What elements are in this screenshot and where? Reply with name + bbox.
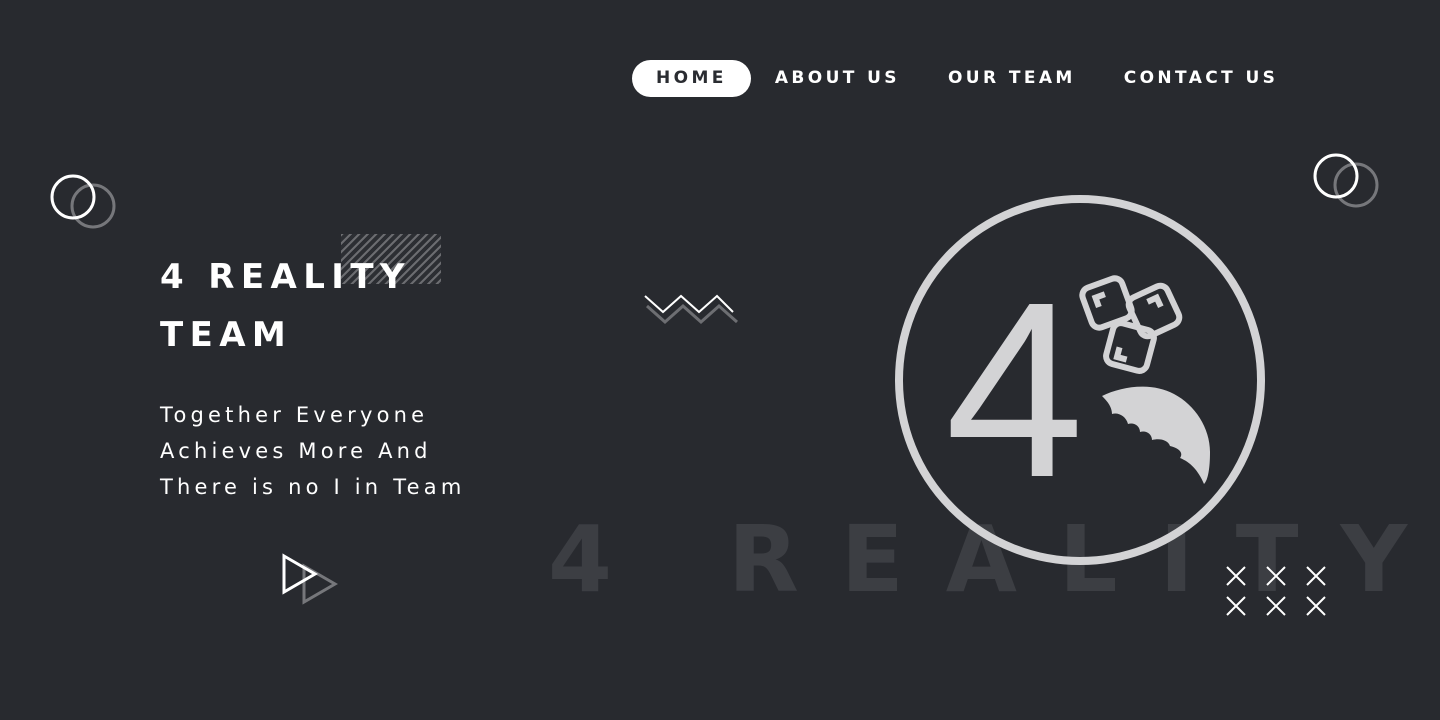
- play-triangle-icon: [282, 553, 338, 605]
- hero-title-line1: 4 REALITY: [160, 257, 411, 297]
- zigzag-icon: [644, 294, 738, 325]
- cross-grid-icon: [1226, 566, 1326, 616]
- dice-icon: [1079, 275, 1183, 374]
- nav-home[interactable]: HOME: [632, 60, 751, 97]
- nav-contact-us[interactable]: CONTACT US: [1100, 60, 1303, 97]
- hero-title: 4 REALITY TEAM: [160, 248, 500, 364]
- fox-tail-icon: [1102, 386, 1210, 484]
- logo-numeral: 4: [945, 250, 1084, 529]
- team-logo: 4: [895, 195, 1265, 565]
- hero-title-line2: TEAM: [160, 315, 293, 355]
- tagline-line2: Achieves More And: [160, 439, 432, 463]
- nav-our-team[interactable]: OUR TEAM: [924, 60, 1100, 97]
- tagline-line1: Together Everyone: [160, 403, 429, 427]
- nav-about-us[interactable]: ABOUT US: [751, 60, 924, 97]
- main-nav: HOME ABOUT US OUR TEAM CONTACT US: [632, 60, 1302, 97]
- double-circle-icon: [1313, 153, 1379, 208]
- landing-page: HOME ABOUT US OUR TEAM CONTACT US 4 REAL…: [0, 0, 1440, 720]
- hero-tagline: Together Everyone Achieves More And Ther…: [160, 397, 540, 505]
- double-circle-icon: [50, 174, 116, 229]
- tagline-line3: There is no I in Team: [160, 475, 466, 499]
